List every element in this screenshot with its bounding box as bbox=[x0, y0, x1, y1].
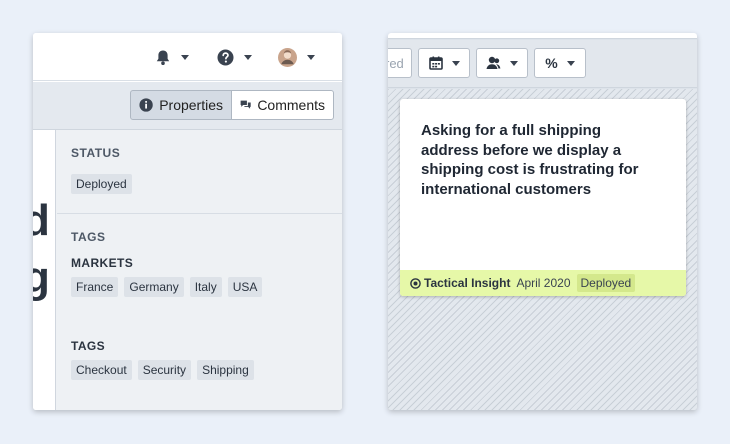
status-badge[interactable]: Deployed bbox=[71, 174, 132, 194]
chevron-down-icon bbox=[244, 54, 252, 60]
properties-content: d g STATUS Deployed TAGS MARKETS France … bbox=[33, 130, 342, 410]
info-icon bbox=[139, 98, 153, 112]
person-icon bbox=[486, 56, 501, 69]
board-canvas: Asking for a full shipping address befor… bbox=[388, 89, 697, 410]
card-type: Tactical Insight bbox=[410, 276, 510, 290]
filter-toolbar: red % bbox=[388, 40, 697, 88]
tab-comments[interactable]: Comments bbox=[231, 90, 334, 120]
filter-partial-label: red bbox=[388, 55, 404, 71]
tags-heading: TAGS bbox=[71, 230, 106, 244]
tag-chip[interactable]: Security bbox=[137, 360, 192, 380]
tag-chip-market[interactable]: Germany bbox=[124, 277, 184, 297]
markets-chips: France Germany Italy USA bbox=[71, 277, 263, 297]
percent-icon: % bbox=[545, 55, 558, 71]
background-page-fragment: d g bbox=[33, 130, 56, 410]
avatar bbox=[278, 47, 297, 67]
comments-icon bbox=[240, 100, 251, 109]
card-type-label: Tactical Insight bbox=[424, 276, 511, 290]
target-icon bbox=[410, 277, 421, 289]
user-menu[interactable] bbox=[278, 47, 315, 67]
board-panel: red % bbox=[388, 33, 697, 410]
chevron-down-icon bbox=[566, 60, 575, 66]
top-stripe bbox=[388, 33, 697, 39]
tag-chip-market[interactable]: USA bbox=[227, 277, 263, 297]
tab-comments-label: Comments bbox=[257, 97, 325, 113]
chevron-down-icon bbox=[307, 54, 315, 60]
help-icon bbox=[217, 49, 234, 65]
percent-filter-button[interactable]: % bbox=[534, 48, 586, 78]
panel-tabs: Properties Comments bbox=[33, 82, 342, 130]
properties-panel: Properties Comments d g STATUS Deployed … bbox=[33, 33, 342, 410]
fragment-text: d bbox=[33, 199, 50, 243]
tag-chip[interactable]: Checkout bbox=[71, 360, 132, 380]
tag-chip-market[interactable]: Italy bbox=[189, 277, 222, 297]
date-filter-button[interactable] bbox=[418, 48, 470, 78]
divider bbox=[57, 213, 342, 214]
status-chips: Deployed bbox=[71, 174, 132, 194]
tab-properties[interactable]: Properties bbox=[130, 90, 232, 120]
properties-list: STATUS Deployed TAGS MARKETS France Germ… bbox=[57, 130, 342, 410]
tags-chips: Checkout Security Shipping bbox=[71, 360, 254, 380]
markets-heading: MARKETS bbox=[71, 256, 134, 270]
card-footer: Tactical Insight April 2020 Deployed bbox=[400, 270, 686, 296]
card-text: Asking for a full shipping address befor… bbox=[421, 122, 639, 198]
notifications-menu[interactable] bbox=[155, 47, 189, 67]
insight-card[interactable]: Asking for a full shipping address befor… bbox=[400, 99, 686, 296]
chevron-down-icon bbox=[451, 60, 460, 66]
tag-chip[interactable]: Shipping bbox=[197, 360, 254, 380]
person-filter-button[interactable] bbox=[476, 48, 528, 78]
help-menu[interactable] bbox=[217, 47, 252, 67]
filter-button-partial[interactable]: red bbox=[388, 48, 412, 78]
bell-icon bbox=[156, 50, 170, 65]
chevron-down-icon bbox=[510, 60, 518, 66]
status-heading: STATUS bbox=[71, 146, 121, 160]
tab-properties-label: Properties bbox=[159, 97, 223, 113]
tag-chip-market[interactable]: France bbox=[71, 277, 119, 297]
fragment-text: g bbox=[33, 256, 50, 300]
tags-subheading: TAGS bbox=[71, 339, 106, 353]
top-navbar bbox=[33, 33, 342, 81]
calendar-icon bbox=[428, 56, 443, 70]
card-date: April 2020 bbox=[516, 276, 571, 290]
status-badge: Deployed bbox=[576, 274, 636, 292]
chevron-down-icon bbox=[181, 54, 189, 60]
